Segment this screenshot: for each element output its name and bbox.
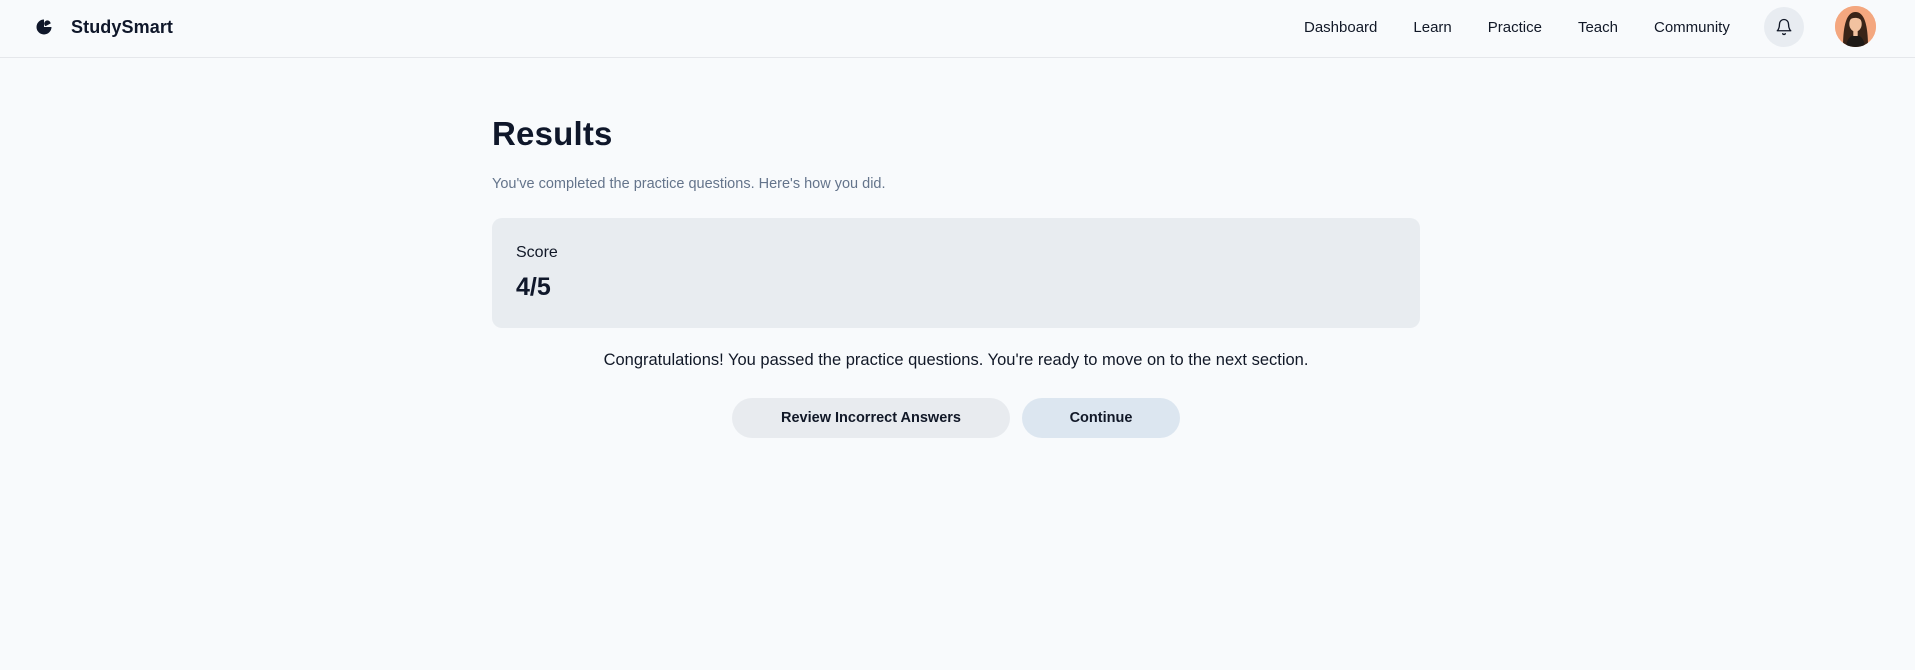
- score-value: 4/5: [516, 273, 551, 301]
- nav-item-community[interactable]: Community: [1654, 19, 1730, 36]
- review-incorrect-answers-button[interactable]: Review Incorrect Answers: [732, 398, 1010, 438]
- results-panel: Results You've completed the practice qu…: [492, 112, 1420, 438]
- result-message: Congratulations! You passed the practice…: [603, 351, 1309, 369]
- user-avatar-image: [1835, 6, 1876, 47]
- nav-item-teach[interactable]: Teach: [1578, 19, 1618, 36]
- nav-item-practice[interactable]: Practice: [1488, 19, 1542, 36]
- action-buttons: Review Incorrect Answers Continue: [492, 398, 1420, 438]
- logo-icon: [36, 19, 52, 35]
- score-card: Score 4/5: [492, 218, 1420, 328]
- nav-item-learn[interactable]: Learn: [1413, 19, 1451, 36]
- page-subtitle: You've completed the practice questions.…: [492, 176, 886, 192]
- brand-name: StudySmart: [71, 16, 174, 37]
- top-nav-bar: StudySmart Dashboard Learn Practice Teac…: [0, 0, 1915, 58]
- main-nav: Dashboard Learn Practice Teach Community: [1304, 16, 1730, 38]
- avatar[interactable]: [1835, 6, 1876, 47]
- bell-icon: [1776, 18, 1792, 36]
- score-label: Score: [516, 244, 558, 261]
- nav-item-dashboard[interactable]: Dashboard: [1304, 19, 1377, 36]
- page-title: Results: [492, 115, 613, 152]
- continue-button[interactable]: Continue: [1022, 398, 1180, 438]
- brand[interactable]: StudySmart: [35, 15, 173, 39]
- notifications-button[interactable]: [1764, 7, 1804, 47]
